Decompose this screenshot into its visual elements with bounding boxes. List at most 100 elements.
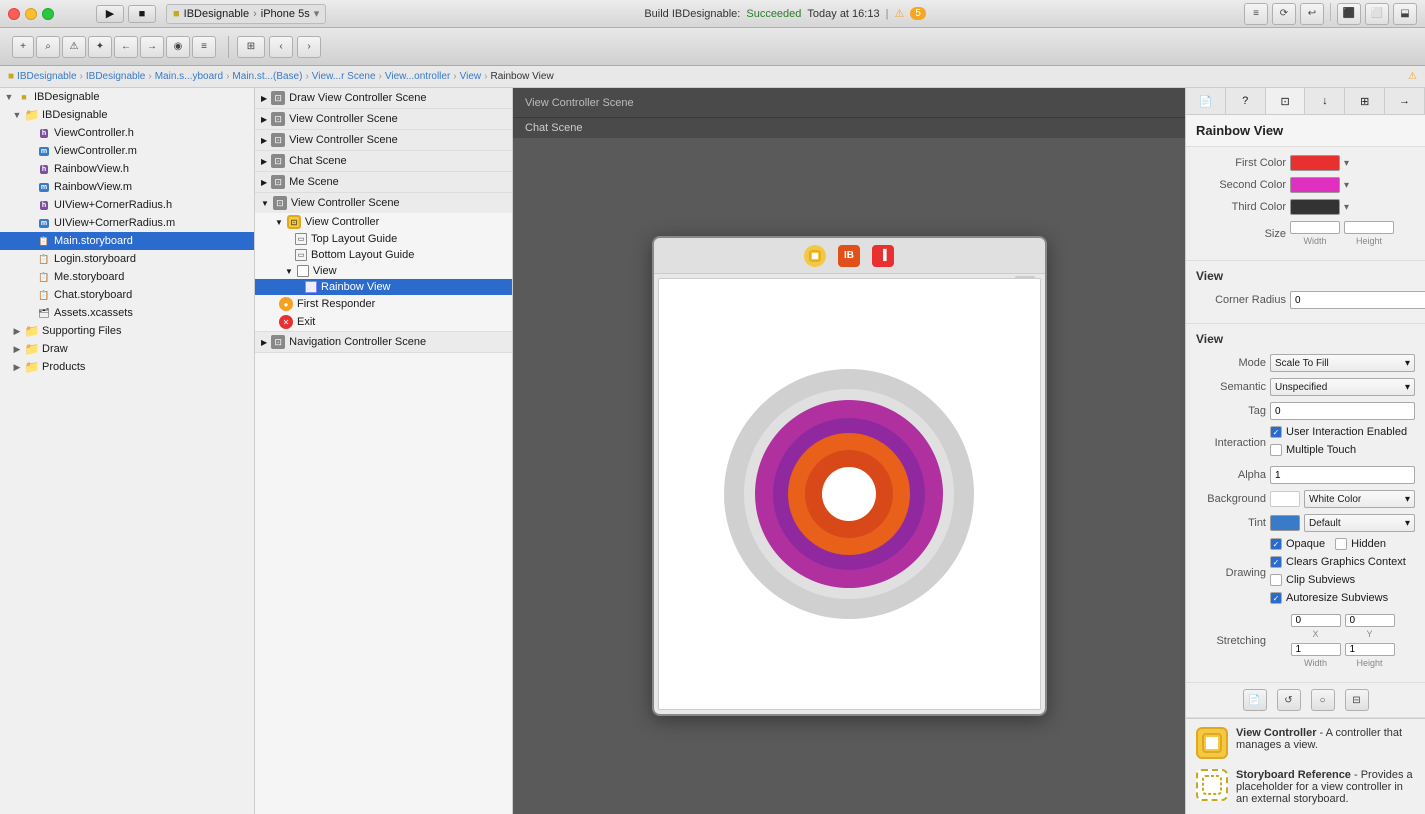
scene-view-row[interactable]: ▼ View bbox=[255, 263, 512, 279]
break-button[interactable]: ◉ bbox=[166, 36, 190, 58]
scene-bottom-layout[interactable]: ▭ Bottom Layout Guide bbox=[255, 247, 512, 263]
forward-button[interactable]: → bbox=[140, 36, 164, 58]
breadcrumb-ibdesignable-2[interactable]: IBDesignable bbox=[86, 71, 145, 82]
doc-icon[interactable]: 📄 bbox=[1243, 689, 1267, 711]
alpha-input[interactable] bbox=[1270, 466, 1415, 484]
scene-top-layout[interactable]: ▭ Top Layout Guide bbox=[255, 231, 512, 247]
scene-rainbow-view-row[interactable]: Rainbow View bbox=[255, 279, 512, 295]
sidebar-login-storyboard[interactable]: 📋 Login.storyboard bbox=[0, 250, 254, 268]
tab-identity[interactable]: ⊡ bbox=[1266, 88, 1306, 114]
tab-size[interactable]: ⊞ bbox=[1345, 88, 1385, 114]
scene-draw-vc-header[interactable]: ▶ ⊡ Draw View Controller Scene bbox=[255, 88, 512, 108]
clip-subviews-cb[interactable] bbox=[1270, 574, 1282, 586]
sidebar-draw[interactable]: ▶ 📁 Draw bbox=[0, 340, 254, 358]
breadcrumb-view-scene[interactable]: View...r Scene bbox=[312, 71, 376, 82]
first-color-arrow[interactable]: ▾ bbox=[1344, 158, 1349, 169]
stretch-y-input[interactable] bbox=[1345, 614, 1395, 627]
minimize-button[interactable] bbox=[25, 8, 37, 20]
hidden-cb[interactable] bbox=[1335, 538, 1347, 550]
breadcrumb-view[interactable]: View bbox=[460, 71, 482, 82]
clears-graphics-cb[interactable] bbox=[1270, 556, 1282, 568]
third-color-arrow[interactable]: ▾ bbox=[1344, 202, 1349, 213]
scene-view-controller-row[interactable]: ▼ ⊡ View Controller bbox=[255, 213, 512, 231]
sidebar-root[interactable]: ▼ ■ IBDesignable bbox=[0, 88, 254, 106]
scene-me-header[interactable]: ▶ ⊡ Me Scene bbox=[255, 172, 512, 192]
scene-vc-expanded-header[interactable]: ▼ ⊡ View Controller Scene bbox=[255, 193, 512, 213]
scene-vc-2-header[interactable]: ▶ ⊡ View Controller Scene bbox=[255, 130, 512, 150]
sidebar-supporting-files[interactable]: ▶ 📁 Supporting Files bbox=[0, 322, 254, 340]
scene-nav-header[interactable]: ▶ ⊡ Navigation Controller Scene bbox=[255, 332, 512, 352]
new-file-button[interactable]: + bbox=[12, 36, 34, 58]
sidebar-rainbowview-m[interactable]: m RainbowView.m bbox=[0, 178, 254, 196]
tab-file-inspector[interactable]: 📄 bbox=[1186, 88, 1226, 114]
scene-exit[interactable]: ✕ Exit bbox=[255, 313, 512, 331]
tab-connections[interactable]: → bbox=[1385, 88, 1425, 114]
close-button[interactable] bbox=[8, 8, 20, 20]
scene-chat-header[interactable]: ▶ ⊡ Chat Scene bbox=[255, 151, 512, 171]
tag-input[interactable] bbox=[1270, 402, 1415, 420]
sidebar-viewcontroller-h[interactable]: h ViewController.h bbox=[0, 124, 254, 142]
mode-dropdown[interactable]: Scale To Fill ▾ bbox=[1270, 354, 1415, 372]
tint-color-swatch[interactable] bbox=[1270, 515, 1300, 531]
sidebar-ibdesignable-group[interactable]: ▼ 📁 IBDesignable bbox=[0, 106, 254, 124]
second-color-swatch[interactable] bbox=[1290, 177, 1340, 193]
jump-button[interactable]: ↩ bbox=[1300, 3, 1324, 25]
corner-radius-input[interactable] bbox=[1290, 291, 1425, 309]
multiple-touch-cb[interactable] bbox=[1270, 444, 1282, 456]
background-color-swatch[interactable] bbox=[1270, 491, 1300, 507]
size-height-input[interactable] bbox=[1344, 221, 1394, 234]
back-button[interactable]: ← bbox=[114, 36, 138, 58]
layers-icon[interactable]: ⊟ bbox=[1345, 689, 1369, 711]
sidebar-rainbowview-h[interactable]: h RainbowView.h bbox=[0, 160, 254, 178]
nav-back-button[interactable]: ‹ bbox=[269, 36, 293, 58]
scene-first-responder[interactable]: ● First Responder bbox=[255, 295, 512, 313]
user-interaction-cb[interactable] bbox=[1270, 426, 1282, 438]
nav-forward-button[interactable]: › bbox=[297, 36, 321, 58]
stretch-h-input[interactable] bbox=[1345, 643, 1395, 656]
sidebar-me-storyboard[interactable]: 📋 Me.storyboard bbox=[0, 268, 254, 286]
maximize-button[interactable] bbox=[42, 8, 54, 20]
sidebar-uiview-corner-m[interactable]: m UIView+CornerRadius.m bbox=[0, 214, 254, 232]
stretch-x-input[interactable] bbox=[1291, 614, 1341, 627]
thread-button[interactable]: ≡ bbox=[192, 36, 216, 58]
scene-vc-1-header[interactable]: ▶ ⊡ View Controller Scene bbox=[255, 109, 512, 129]
semantic-dropdown[interactable]: Unspecified ▾ bbox=[1270, 378, 1415, 396]
issues-button[interactable]: ⚠ bbox=[62, 36, 86, 58]
sync-icon[interactable]: ↺ bbox=[1277, 689, 1301, 711]
stop-button[interactable]: ■ bbox=[128, 5, 156, 23]
view-toggle-1[interactable]: ⬛ bbox=[1337, 3, 1361, 25]
view-toggle-2[interactable]: ⬜ bbox=[1365, 3, 1389, 25]
circle-icon[interactable]: ○ bbox=[1311, 689, 1335, 711]
sidebar-chat-storyboard[interactable]: 📋 Chat.storyboard bbox=[0, 286, 254, 304]
navigator-toggle[interactable]: ≡ bbox=[1244, 3, 1268, 25]
breadcrumb-view-controller[interactable]: View...ontroller bbox=[385, 71, 450, 82]
autoresize-subviews-cb[interactable] bbox=[1270, 592, 1282, 604]
sidebar-main-storyboard[interactable]: 📋 Main.storyboard bbox=[0, 232, 254, 250]
sidebar-viewcontroller-m[interactable]: m ViewController.m bbox=[0, 142, 254, 160]
fix-button[interactable]: ✦ bbox=[88, 36, 112, 58]
second-color-arrow[interactable]: ▾ bbox=[1344, 180, 1349, 191]
tab-quick-help[interactable]: ? bbox=[1226, 88, 1266, 114]
breadcrumb-main-base[interactable]: Main.st...(Base) bbox=[232, 71, 302, 82]
sidebar-products[interactable]: ▶ 📁 Products bbox=[0, 358, 254, 376]
first-color-swatch[interactable] bbox=[1290, 155, 1340, 171]
sidebar-uiview-corner-h[interactable]: h UIView+CornerRadius.h bbox=[0, 196, 254, 214]
opaque-cb[interactable] bbox=[1270, 538, 1282, 550]
debug-toggle[interactable]: ⟳ bbox=[1272, 3, 1296, 25]
search-button[interactable]: ⌕ bbox=[36, 36, 60, 58]
breadcrumb-ibdesignable[interactable]: IBDesignable bbox=[17, 71, 76, 82]
view-toggle-3[interactable]: ⬓ bbox=[1393, 3, 1417, 25]
tab-attributes[interactable]: ↓ bbox=[1305, 88, 1345, 114]
library-vc-icon[interactable] bbox=[1196, 727, 1228, 759]
sidebar-assets[interactable]: 🗂 Assets.xcassets bbox=[0, 304, 254, 322]
grid-view-button[interactable]: ⊞ bbox=[237, 36, 265, 58]
background-dropdown[interactable]: White Color ▾ bbox=[1304, 490, 1415, 508]
size-width-input[interactable] bbox=[1290, 221, 1340, 234]
third-color-swatch[interactable] bbox=[1290, 199, 1340, 215]
tint-dropdown[interactable]: Default ▾ bbox=[1304, 514, 1415, 532]
run-button[interactable]: ▶ bbox=[96, 5, 124, 23]
scheme-selector[interactable]: ■ IBDesignable › iPhone 5s ▾ bbox=[166, 4, 326, 24]
stretch-w-input[interactable] bbox=[1291, 643, 1341, 656]
breadcrumb-main-storyboard[interactable]: Main.s...yboard bbox=[155, 71, 223, 82]
library-sr-icon[interactable] bbox=[1196, 769, 1228, 801]
